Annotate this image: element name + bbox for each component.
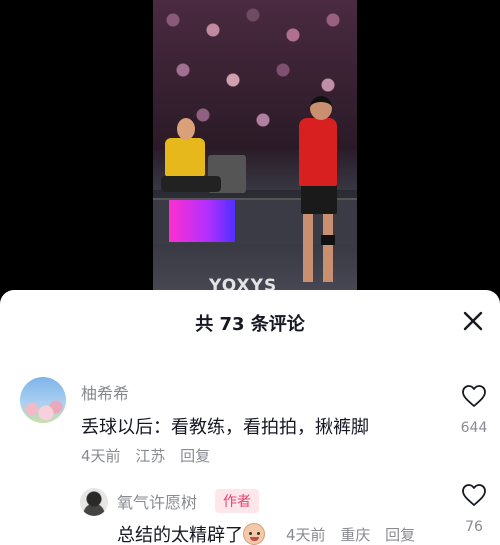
player-leg: [303, 212, 313, 282]
like-button[interactable]: 76: [454, 483, 494, 535]
author-badge: 作者: [215, 489, 259, 513]
led-board: [169, 200, 235, 242]
coach-figure: [165, 138, 205, 176]
reply-button[interactable]: 回复: [385, 526, 415, 544]
avatar[interactable]: [80, 488, 108, 516]
like-count: 76: [465, 519, 483, 535]
reply-username[interactable]: 氧气许愿树: [117, 489, 197, 513]
close-icon-svg: [463, 311, 483, 331]
player-head: [310, 96, 332, 120]
heart-icon: [462, 385, 486, 407]
comment-time: 4天前: [81, 447, 121, 465]
reply-button[interactable]: 回复: [180, 447, 210, 465]
knee-brace: [321, 235, 335, 245]
coach-head: [177, 118, 195, 140]
video-player[interactable]: YOXYS: [153, 0, 357, 300]
reply-meta: 4天前 重庆 回复: [286, 524, 425, 545]
comment-text: 丢球以后：看教练，看拍拍，揪裤脚: [81, 417, 369, 438]
heart-icon: [462, 484, 486, 506]
player-leg: [323, 212, 333, 282]
reply-text-row: 总结的太精辟了: [117, 521, 265, 545]
reply-location: 重庆: [340, 526, 371, 544]
close-icon[interactable]: [460, 308, 486, 334]
player-shorts: [301, 184, 337, 214]
comments-sheet: 共 73 条评论 柚希希 丢球以后：看教练，看拍拍，揪裤脚 4天前 江苏 回复: [0, 290, 500, 545]
reply-text: 总结的太精辟了: [117, 525, 243, 545]
comments-header: 共 73 条评论: [0, 290, 500, 352]
reply-time: 4天前: [286, 526, 326, 544]
comments-count-title: 共 73 条评论: [195, 314, 305, 335]
comment-location: 江苏: [135, 447, 166, 465]
avatar[interactable]: [20, 377, 66, 423]
coach-legs: [161, 176, 221, 192]
screen: YOXYS 共 73 条评论 柚希希 丢球以后：看教练，看拍拍，揪裤脚 4天前 …: [0, 0, 500, 545]
like-button[interactable]: 644: [454, 384, 494, 436]
smile-emoji-icon: [243, 523, 265, 545]
player-figure: [299, 118, 337, 186]
comment-meta: 4天前 江苏 回复: [81, 445, 220, 466]
like-count: 644: [460, 420, 488, 436]
comment-username[interactable]: 柚希希: [81, 380, 129, 404]
